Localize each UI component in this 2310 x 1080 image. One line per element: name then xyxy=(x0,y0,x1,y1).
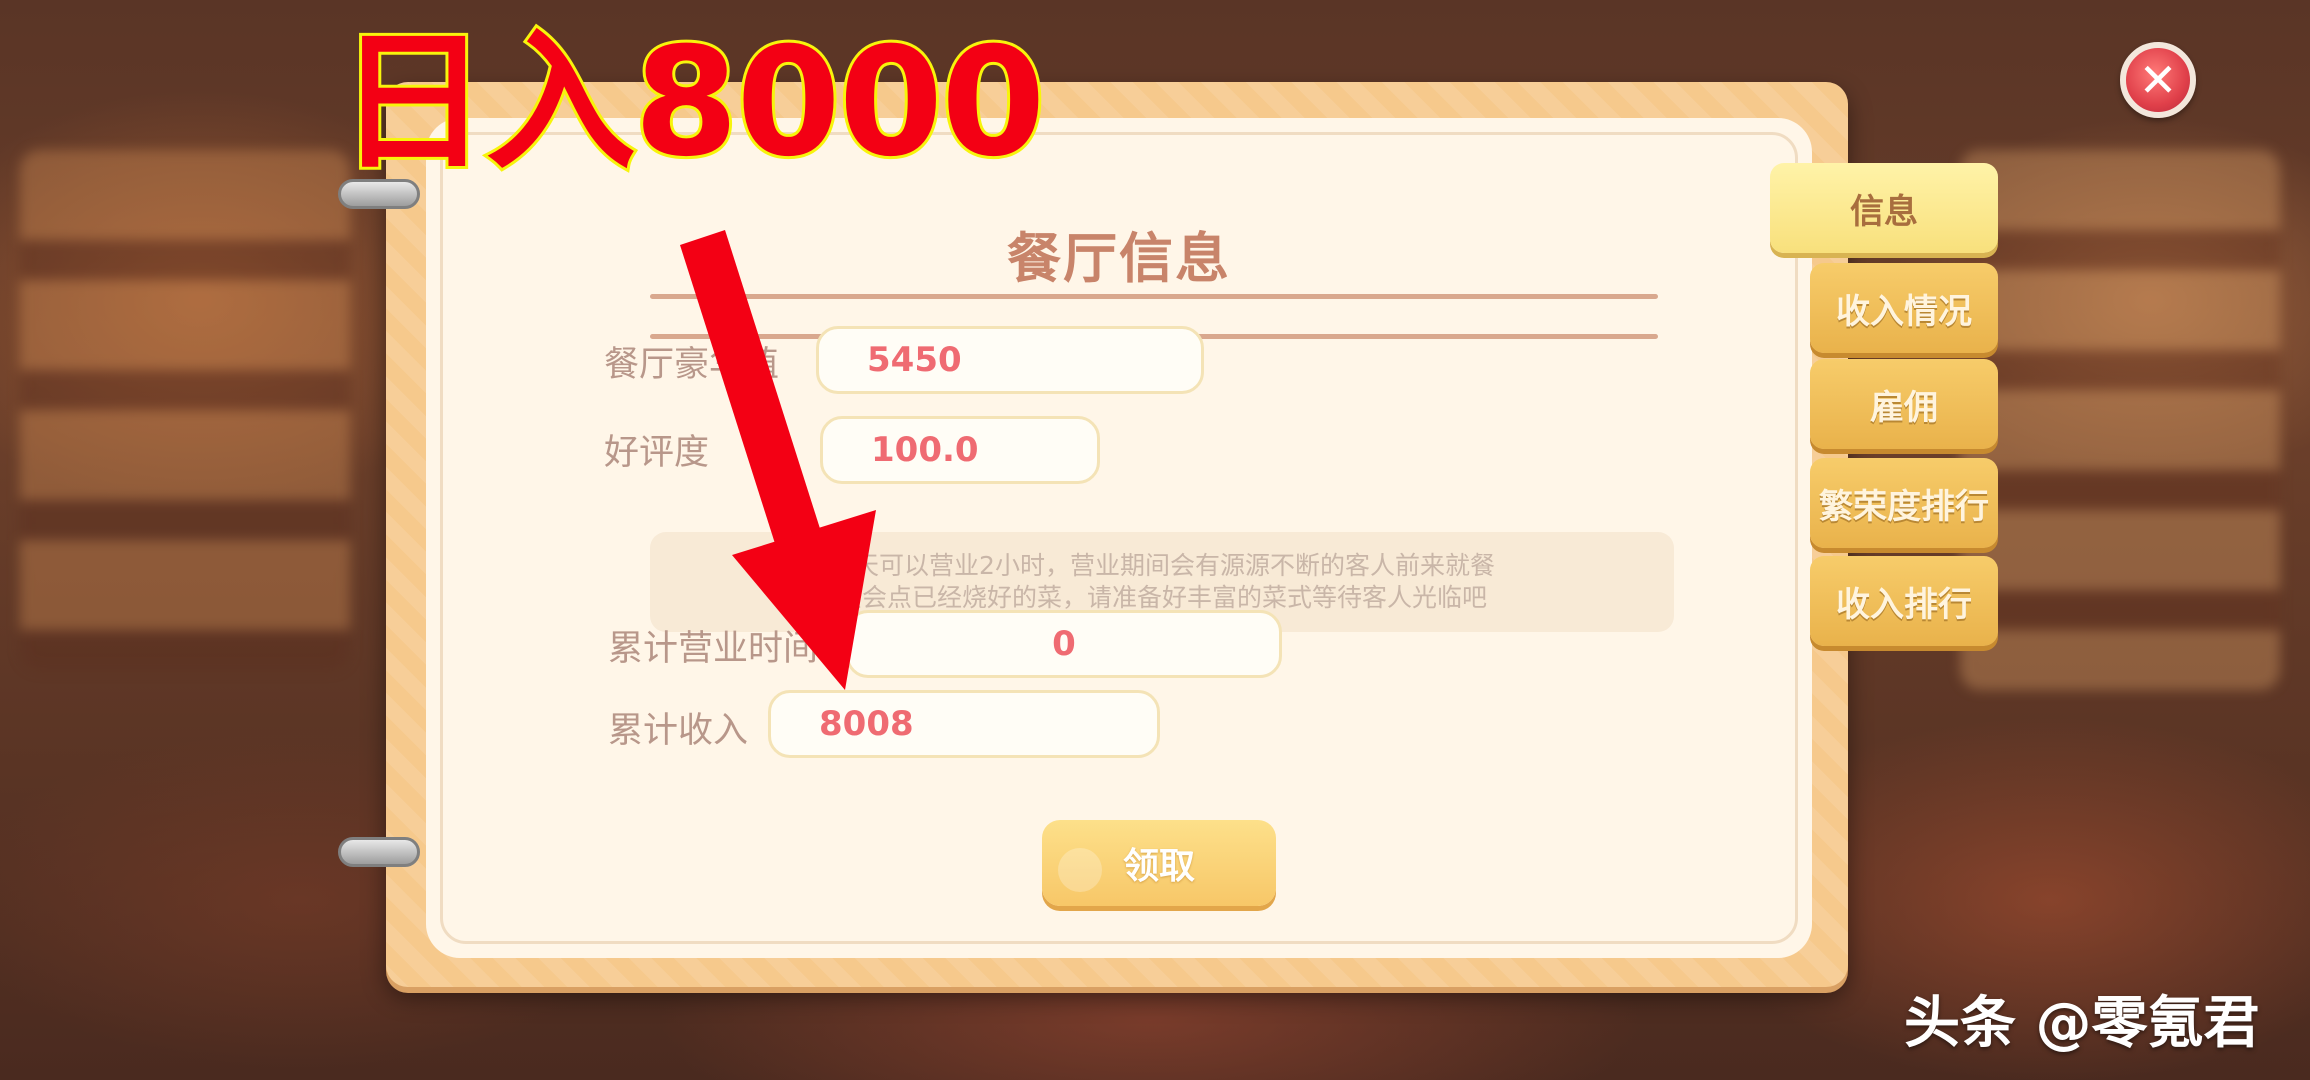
arrow-shaft xyxy=(680,230,830,575)
arrow-head xyxy=(732,510,876,690)
red-arrow-annotation xyxy=(680,230,876,690)
watermark: 头条 @零氪君 xyxy=(1904,991,2260,1056)
